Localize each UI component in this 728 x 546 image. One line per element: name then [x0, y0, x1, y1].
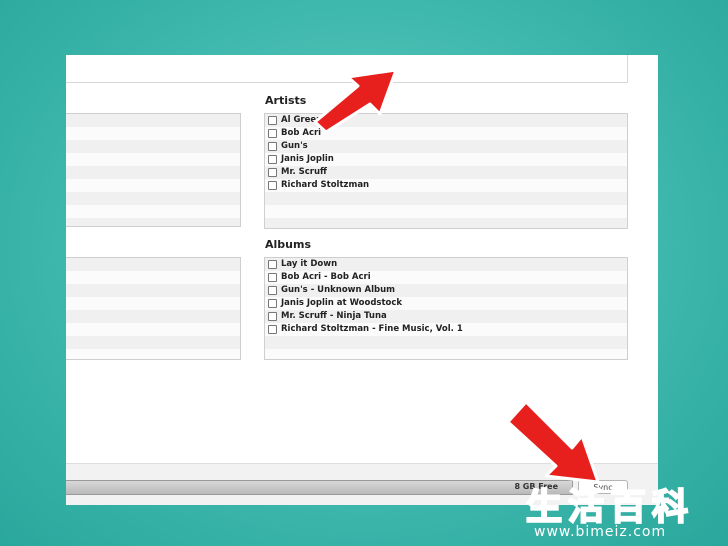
album-item[interactable]: Mr. Scruff - Ninja Tuna: [265, 310, 627, 323]
album-label: Lay it Down: [281, 259, 338, 269]
album-label: Mr. Scruff - Ninja Tuna: [281, 311, 387, 321]
albums-heading: Albums: [265, 238, 311, 251]
artist-label: Richard Stoltzman: [281, 180, 370, 190]
checkbox-icon[interactable]: [268, 325, 277, 334]
checkbox-icon[interactable]: [268, 286, 277, 295]
watermark-url: www.bimeiz.com: [534, 524, 667, 540]
artist-label: Gun's: [281, 141, 308, 151]
checkbox-icon[interactable]: [268, 168, 277, 177]
checkbox-icon[interactable]: [268, 273, 277, 282]
album-item[interactable]: Janis Joplin at Woodstock: [265, 297, 627, 310]
left-list-bottom[interactable]: [66, 257, 241, 360]
album-item[interactable]: Lay it Down: [265, 258, 627, 271]
artist-item[interactable]: Richard Stoltzman: [265, 179, 627, 192]
watermark: 生 活 百 科 www.bimeiz.com: [512, 486, 728, 546]
checkbox-icon[interactable]: [268, 142, 277, 151]
checkbox-icon[interactable]: [268, 299, 277, 308]
album-item[interactable]: Gun's - Unknown Album: [265, 284, 627, 297]
watermark-char: 活: [567, 487, 605, 529]
left-list-top[interactable]: [66, 113, 241, 227]
checkbox-icon[interactable]: [268, 116, 277, 125]
checkbox-icon[interactable]: [268, 260, 277, 269]
capacity-bar: 8 GB Free: [66, 480, 573, 495]
watermark-char: 百: [609, 487, 647, 529]
artist-label: Janis Joplin: [281, 154, 334, 164]
album-label: Richard Stoltzman - Fine Music, Vol. 1: [281, 324, 463, 334]
albums-list: Lay it Down Bob Acri - Bob Acri Gun's - …: [264, 257, 628, 360]
album-label: Gun's - Unknown Album: [281, 285, 396, 295]
red-arrow-icon: [313, 68, 398, 134]
album-item[interactable]: Richard Stoltzman - Fine Music, Vol. 1: [265, 323, 627, 336]
red-arrow-icon: [506, 400, 600, 484]
artist-item[interactable]: Janis Joplin: [265, 153, 627, 166]
checkbox-icon[interactable]: [268, 129, 277, 138]
album-label: Bob Acri - Bob Acri: [281, 272, 371, 282]
watermark-char: 生: [525, 487, 563, 529]
artist-label: Mr. Scruff: [281, 167, 327, 177]
album-item[interactable]: Bob Acri - Bob Acri: [265, 271, 627, 284]
checkbox-icon[interactable]: [268, 181, 277, 190]
watermark-char: 科: [651, 487, 689, 529]
artist-item[interactable]: Mr. Scruff: [265, 166, 627, 179]
checkbox-icon[interactable]: [268, 155, 277, 164]
album-label: Janis Joplin at Woodstock: [281, 298, 403, 308]
artist-item[interactable]: Gun's: [265, 140, 627, 153]
checkbox-icon[interactable]: [268, 312, 277, 321]
watermark-logo: 生 活 百 科: [525, 487, 689, 529]
